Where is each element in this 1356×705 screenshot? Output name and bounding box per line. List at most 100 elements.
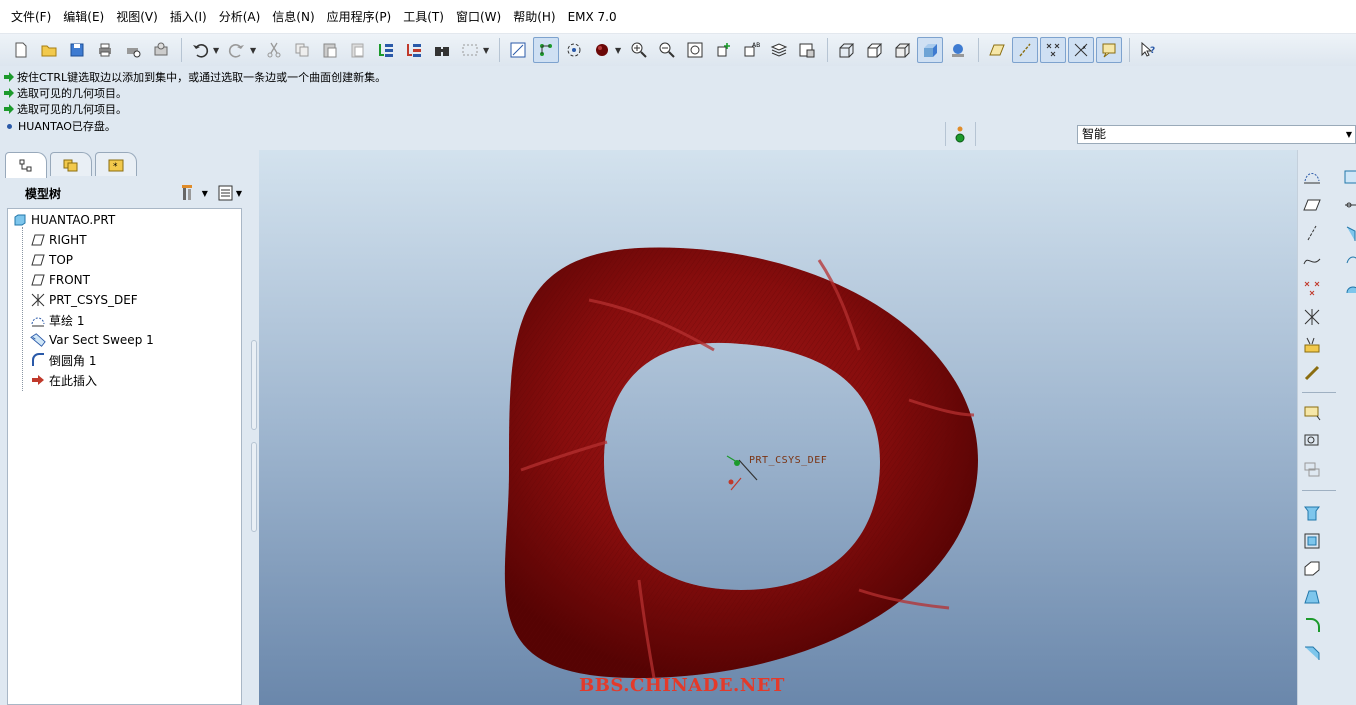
- regen-manager-icon[interactable]: [401, 37, 427, 63]
- layers-icon[interactable]: [766, 37, 792, 63]
- tree-item-csys[interactable]: PRT_CSYS_DEF: [30, 290, 138, 310]
- rib-tool-icon[interactable]: [1299, 556, 1325, 582]
- status-traffic-light-icon[interactable]: [953, 124, 967, 146]
- menu-analysis[interactable]: 分析(A): [213, 6, 267, 28]
- menu-view[interactable]: 视图(V): [110, 6, 164, 28]
- hidden-line-icon[interactable]: [861, 37, 887, 63]
- datum-plane-display-icon[interactable]: [984, 37, 1010, 63]
- note-tool-icon[interactable]: [1299, 400, 1325, 426]
- copy-icon[interactable]: [289, 37, 315, 63]
- insert-here-arrow-icon: [30, 372, 46, 388]
- datum-reference-icon[interactable]: [1299, 428, 1325, 454]
- print-preview-icon[interactable]: [120, 37, 146, 63]
- main-toolbar: ▼ ▼ ▼ ▼ AB x ?: [0, 34, 1356, 66]
- revolve-tool-icon[interactable]: [1334, 248, 1356, 274]
- tree-item-sketch[interactable]: 草绘 1: [30, 310, 84, 330]
- datum-axis-tool-icon[interactable]: [1299, 220, 1325, 246]
- copy-geometry-icon[interactable]: [1299, 456, 1325, 482]
- new-file-icon[interactable]: [8, 37, 34, 63]
- reorient-icon[interactable]: [710, 37, 736, 63]
- paste-special-icon[interactable]: [345, 37, 371, 63]
- blend-tool-icon[interactable]: [1334, 276, 1356, 302]
- undo-icon[interactable]: [187, 37, 213, 63]
- tree-columns-chevron-icon[interactable]: ▼: [236, 189, 242, 198]
- repaint-icon[interactable]: [505, 37, 531, 63]
- shading-icon[interactable]: [917, 37, 943, 63]
- datum-point-tool-icon[interactable]: [1299, 276, 1325, 302]
- pattern-tool-icon[interactable]: [1334, 192, 1356, 218]
- chain-tool-icon[interactable]: [1299, 360, 1325, 386]
- model-view: [504, 247, 978, 679]
- sketch-tool-icon[interactable]: [1299, 164, 1325, 190]
- splitter-grip[interactable]: [251, 442, 257, 532]
- selection-filter-select[interactable]: 智能 ▼: [1077, 125, 1356, 144]
- tree-item-round[interactable]: 倒圆角 1: [30, 350, 96, 370]
- tree-root[interactable]: HUANTAO.PRT: [12, 210, 115, 230]
- round-tool-icon[interactable]: [1299, 612, 1325, 638]
- appearance-dropdown-chevron-icon[interactable]: ▼: [615, 46, 623, 55]
- zoom-out-icon[interactable]: [654, 37, 680, 63]
- shell-tool-icon[interactable]: [1299, 528, 1325, 554]
- no-hidden-icon[interactable]: [889, 37, 915, 63]
- model-display-icon[interactable]: [945, 37, 971, 63]
- cut-icon[interactable]: [261, 37, 287, 63]
- hole-tool-icon[interactable]: [1334, 164, 1356, 190]
- datum-axis-display-icon[interactable]: [1012, 37, 1038, 63]
- menu-window[interactable]: 窗口(W): [450, 6, 507, 28]
- graphics-viewport[interactable]: PRT_CSYS_DEF BBS.CHINADE.NET: [259, 150, 1297, 705]
- view-manager-icon[interactable]: [794, 37, 820, 63]
- orient-mode-icon[interactable]: [561, 37, 587, 63]
- tab-model-tree[interactable]: [5, 152, 47, 178]
- paste-icon[interactable]: [317, 37, 343, 63]
- sweep-tool-icon[interactable]: [1334, 220, 1356, 246]
- regenerate-icon[interactable]: [373, 37, 399, 63]
- save-icon[interactable]: [64, 37, 90, 63]
- tree-item-top[interactable]: TOP: [30, 250, 73, 270]
- chamfer-tool-icon[interactable]: [1299, 640, 1325, 666]
- csys-tool-icon[interactable]: [1299, 304, 1325, 330]
- redo-dropdown-chevron-icon[interactable]: ▼: [250, 46, 258, 55]
- redo-icon[interactable]: [224, 37, 250, 63]
- draft-tool-icon[interactable]: [1299, 584, 1325, 610]
- panel-splitter[interactable]: [250, 150, 259, 705]
- menu-insert[interactable]: 插入(I): [164, 6, 213, 28]
- datum-plane-tool-icon[interactable]: [1299, 192, 1325, 218]
- tree-item-sweep[interactable]: Var Sect Sweep 1: [30, 330, 154, 350]
- context-help-icon[interactable]: ?: [1135, 37, 1161, 63]
- datum-point-display-icon[interactable]: [1040, 37, 1066, 63]
- email-icon[interactable]: [148, 37, 174, 63]
- csys-display-icon[interactable]: x: [1068, 37, 1094, 63]
- tab-folder-browser[interactable]: [50, 152, 92, 176]
- refit-icon[interactable]: [682, 37, 708, 63]
- tree-item-right[interactable]: RIGHT: [30, 230, 87, 250]
- datum-curve-tool-icon[interactable]: [1299, 248, 1325, 274]
- find-binoculars-icon[interactable]: [429, 37, 455, 63]
- undo-dropdown-chevron-icon[interactable]: ▼: [213, 46, 221, 55]
- print-icon[interactable]: [92, 37, 118, 63]
- tree-item-insert-here[interactable]: 在此插入: [30, 370, 97, 390]
- tree-settings-chevron-icon[interactable]: ▼: [202, 189, 208, 198]
- selection-dropdown-chevron-icon[interactable]: ▼: [483, 46, 491, 55]
- menu-file[interactable]: 文件(F): [5, 6, 57, 28]
- menu-edit[interactable]: 编辑(E): [57, 6, 110, 28]
- menu-applications[interactable]: 应用程序(P): [321, 6, 398, 28]
- tab-favorites[interactable]: *: [95, 152, 137, 176]
- saved-views-icon[interactable]: AB: [738, 37, 764, 63]
- annotation-display-icon[interactable]: [1096, 37, 1122, 63]
- menu-emx[interactable]: EMX 7.0: [562, 6, 623, 28]
- menu-tools[interactable]: 工具(T): [397, 6, 450, 28]
- splitter-grip[interactable]: [251, 340, 257, 430]
- open-folder-icon[interactable]: [36, 37, 62, 63]
- wireframe-icon[interactable]: [833, 37, 859, 63]
- tree-item-front[interactable]: FRONT: [30, 270, 90, 290]
- menu-help[interactable]: 帮助(H): [507, 6, 561, 28]
- analysis-feature-icon[interactable]: [1299, 332, 1325, 358]
- spin-center-icon[interactable]: [533, 37, 559, 63]
- selection-box-icon[interactable]: [457, 37, 483, 63]
- tree-columns-icon[interactable]: [216, 183, 236, 203]
- menu-info[interactable]: 信息(N): [266, 6, 320, 28]
- extrude-tool-icon[interactable]: [1299, 500, 1325, 526]
- appearance-sphere-icon[interactable]: [589, 37, 615, 63]
- zoom-in-icon[interactable]: [626, 37, 652, 63]
- tree-settings-icon[interactable]: [180, 183, 202, 203]
